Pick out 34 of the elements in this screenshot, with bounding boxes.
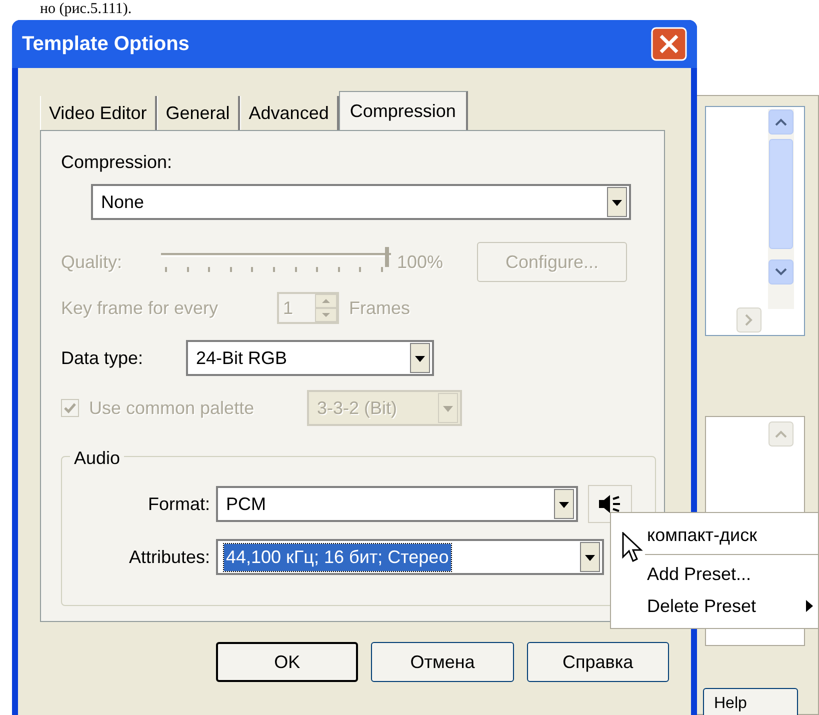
menu-item[interactable]: компакт-диск bbox=[647, 522, 757, 548]
field-label: Frames bbox=[349, 296, 410, 320]
tab[interactable]: General bbox=[156, 96, 240, 130]
speaker-icon bbox=[597, 492, 623, 516]
menu-item[interactable]: Add Preset... bbox=[647, 560, 752, 588]
field-label: Attributes: bbox=[128, 546, 211, 568]
dropdown[interactable]: 24-Bit RGB bbox=[186, 340, 434, 376]
scroll-down-icon[interactable] bbox=[768, 259, 794, 285]
field-label: Format: bbox=[146, 492, 211, 516]
field-label: Key frame for every bbox=[61, 296, 220, 320]
window-title: Template Options bbox=[22, 32, 190, 57]
document-text: но (рис.5.111). bbox=[40, 0, 132, 18]
help-button[interactable]: Help bbox=[703, 688, 798, 715]
dropdown[interactable]: None bbox=[91, 184, 631, 220]
dropdown[interactable]: PCM bbox=[216, 486, 578, 522]
scrollbar[interactable] bbox=[768, 109, 794, 309]
dialog-button[interactable]: OK bbox=[216, 642, 358, 682]
scroll-right-icon[interactable] bbox=[736, 307, 762, 333]
checkbox-label: Use common palette bbox=[89, 396, 256, 420]
field-label: Quality: bbox=[61, 250, 124, 274]
dialog-button[interactable]: Справка bbox=[526, 642, 669, 682]
field-label: Data type: bbox=[61, 346, 144, 370]
scroll-thumb[interactable] bbox=[769, 139, 793, 249]
dropdown[interactable]: 44,100 кГц; 16 бит; Стерео bbox=[216, 539, 604, 575]
menu-item[interactable]: Delete Preset bbox=[647, 592, 756, 620]
tab[interactable]: Advanced bbox=[240, 96, 339, 130]
submenu-arrow-icon bbox=[806, 600, 814, 612]
tab[interactable]: Compression bbox=[338, 91, 468, 131]
close-icon[interactable] bbox=[651, 27, 687, 61]
scroll-up-icon[interactable] bbox=[768, 109, 794, 135]
reading: 100% bbox=[397, 250, 444, 274]
field-label: Compression: bbox=[61, 151, 172, 174]
dialog-button[interactable]: Отмена bbox=[371, 642, 514, 682]
tab[interactable]: Video Editor bbox=[40, 96, 157, 130]
